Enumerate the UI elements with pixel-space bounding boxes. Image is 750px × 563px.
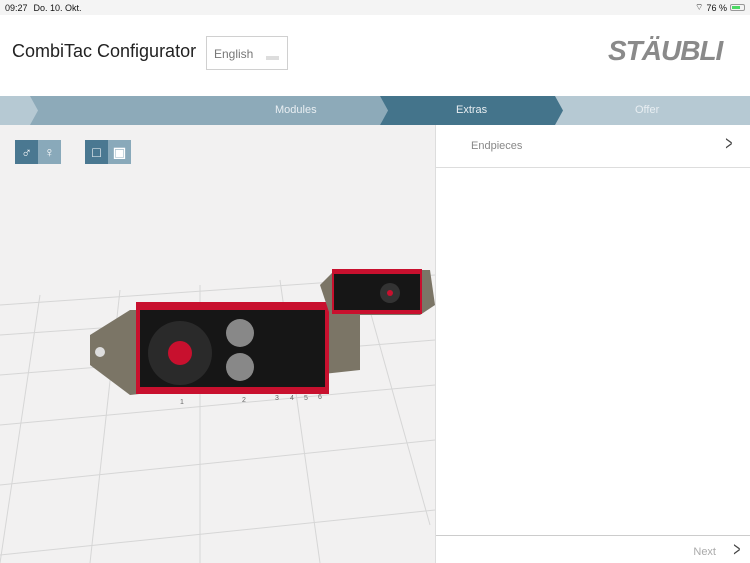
- step-extras[interactable]: Extras: [456, 104, 487, 116]
- module-label: 4: [290, 395, 294, 402]
- language-value: English: [214, 47, 254, 61]
- staubli-logo: STÄUBLI: [608, 35, 723, 66]
- status-bar: 09:27 Do. 10. Okt. ⌔ 76 %: [0, 0, 750, 15]
- module-label: 1: [180, 399, 184, 406]
- battery-icon: [730, 4, 745, 11]
- male-icon[interactable]: ♂: [15, 140, 38, 164]
- module-label: 6: [318, 394, 322, 401]
- language-select[interactable]: English: [206, 36, 288, 70]
- step-modules[interactable]: Modules: [275, 104, 317, 116]
- view-toggle[interactable]: □ ▣: [85, 140, 131, 164]
- 3d-viewer[interactable]: ♂ ♀ □ ▣ 1 2 3 4 5 6: [0, 125, 435, 563]
- dropdown-indicator-icon: [266, 56, 279, 60]
- module-label: 2: [242, 397, 246, 404]
- split-view-icon[interactable]: ▣: [108, 140, 131, 164]
- next-button[interactable]: Next: [693, 546, 716, 558]
- battery-percent: 76 %: [706, 2, 727, 13]
- 3d-scene: [0, 269, 435, 563]
- gender-toggle[interactable]: ♂ ♀: [15, 140, 61, 164]
- module-label: 3: [275, 395, 279, 402]
- female-icon[interactable]: ♀: [38, 140, 61, 164]
- status-date: Do. 10. Okt.: [33, 2, 82, 13]
- single-view-icon[interactable]: □: [85, 140, 108, 164]
- chevron-right-icon[interactable]: >: [734, 539, 741, 562]
- connector-main: [90, 302, 360, 395]
- step-offer[interactable]: Offer: [635, 104, 659, 116]
- app-title: CombiTac Configurator: [12, 41, 197, 61]
- connector-secondary: [320, 269, 435, 315]
- header: CombiTac Configurator English STÄUBLI: [0, 15, 750, 96]
- footer: Next >: [436, 535, 750, 563]
- wifi-icon: ⌔: [695, 2, 704, 12]
- endpieces-label: Endpieces: [471, 140, 523, 152]
- status-time: 09:27: [5, 2, 28, 13]
- options-panel: Endpieces > Next >: [435, 125, 750, 563]
- endpieces-item[interactable]: Endpieces >: [436, 125, 750, 168]
- module-label: 5: [304, 395, 308, 402]
- progress-steps: Modules Extras Offer: [0, 96, 750, 125]
- step-modules-bg: [30, 96, 388, 125]
- chevron-right-icon: >: [725, 133, 733, 155]
